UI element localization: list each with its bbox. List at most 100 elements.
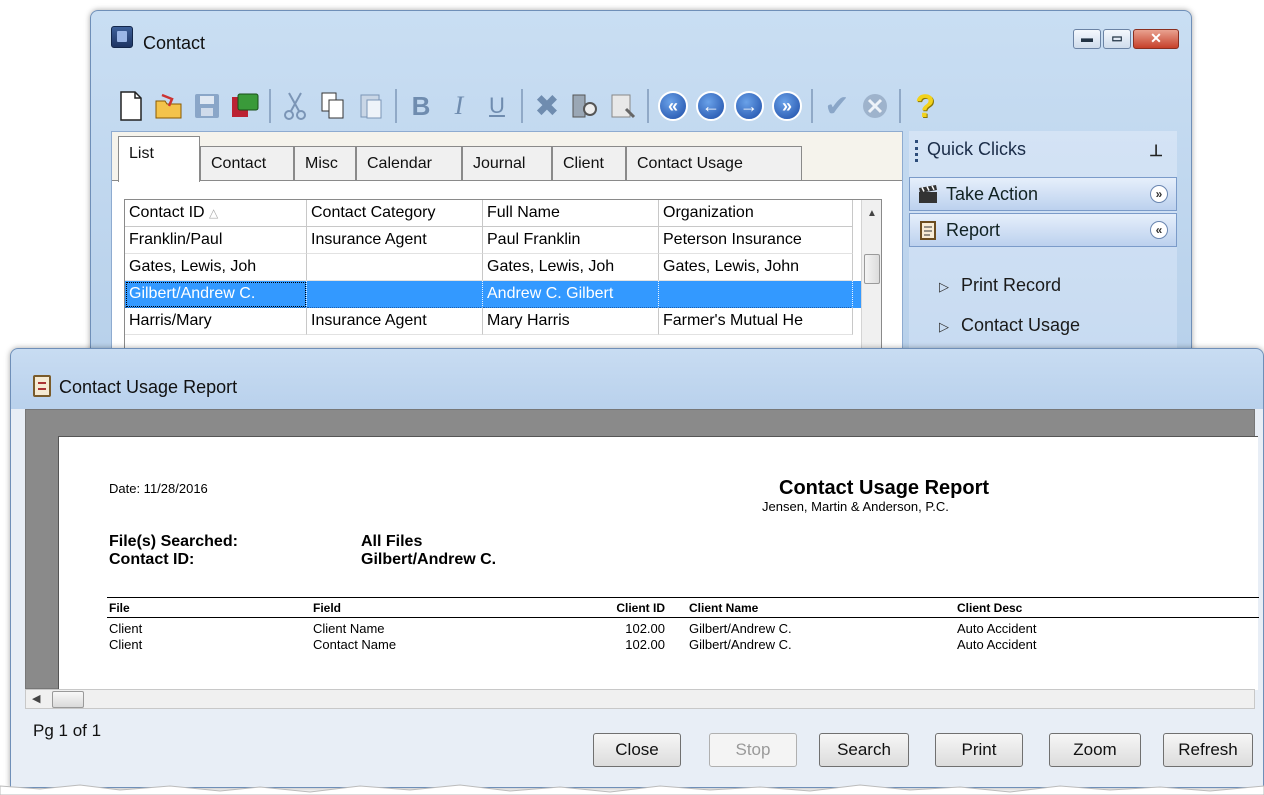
col-header-client-desc: Client Desc xyxy=(957,601,1023,615)
open-folder-icon[interactable] xyxy=(153,89,185,123)
window-title: Contact Usage Report xyxy=(59,377,238,397)
tab-strip: List Contact Misc Calendar Journal Clien… xyxy=(112,132,902,184)
table-row[interactable]: Harris/Mary Insurance Agent Mary Harris … xyxy=(125,308,863,335)
report-date: Date: 11/28/2016 xyxy=(109,481,208,496)
copy-icon[interactable] xyxy=(317,89,349,123)
quick-click-print-record[interactable]: ▷ Print Record xyxy=(939,275,1061,296)
cell-contact-category: Insurance Agent xyxy=(307,308,483,335)
files-searched-label: File(s) Searched: xyxy=(109,533,238,550)
cancel-icon[interactable] xyxy=(859,89,891,123)
report-title: Contact Usage Report xyxy=(779,477,990,499)
drag-grip-icon[interactable] xyxy=(915,140,918,162)
clapperboard-icon xyxy=(919,185,937,203)
table-row[interactable]: Gates, Lewis, Joh Gates, Lewis, Joh Gate… xyxy=(125,254,863,281)
scroll-thumb[interactable] xyxy=(864,254,880,284)
toolbar: B I U ✖ « ← → » ✔ ? xyxy=(115,83,1181,129)
tab-contact-usage[interactable]: Contact Usage xyxy=(626,146,802,180)
last-record-icon[interactable]: » xyxy=(771,89,803,123)
cut-icon[interactable] xyxy=(279,89,311,123)
quick-click-contact-usage[interactable]: ▷ Contact Usage xyxy=(939,315,1080,336)
app-icon xyxy=(111,26,133,48)
report-preview: Date: 11/28/2016 Contact Usage Report Je… xyxy=(25,409,1259,690)
search-button[interactable]: Search xyxy=(819,733,909,767)
column-header-contact-category[interactable]: Contact Category xyxy=(307,200,483,227)
grid-header: Contact ID △ Contact Category Full Name … xyxy=(125,200,863,227)
column-header-organization[interactable]: Organization xyxy=(659,200,853,227)
report-page: Date: 11/28/2016 Contact Usage Report Je… xyxy=(58,436,1259,690)
previous-record-icon[interactable]: ← xyxy=(695,89,727,123)
first-record-icon[interactable]: « xyxy=(657,89,689,123)
check-icon[interactable]: ✔ xyxy=(821,89,853,123)
tab-list[interactable]: List xyxy=(118,136,200,182)
horizontal-scrollbar[interactable]: ◀ xyxy=(25,689,1255,709)
sort-ascending-icon: △ xyxy=(209,206,219,220)
tab-contact[interactable]: Contact xyxy=(200,146,294,180)
minimize-button[interactable]: ▬ xyxy=(1073,29,1101,49)
attach-icon[interactable] xyxy=(607,89,639,123)
header-rule-bottom xyxy=(107,617,1259,618)
print-button[interactable]: Print xyxy=(935,733,1023,767)
files-searched-value: All Files xyxy=(361,533,423,550)
take-action-section[interactable]: Take Action » xyxy=(909,177,1177,211)
tab-panel-list: Contact ID △ Contact Category Full Name … xyxy=(112,180,902,399)
underline-icon[interactable]: U xyxy=(481,89,513,123)
window-title: Contact xyxy=(143,33,206,53)
close-window-button[interactable]: ✕ xyxy=(1133,29,1179,49)
italic-icon[interactable]: I xyxy=(443,89,475,123)
save-icon[interactable] xyxy=(191,89,223,123)
row-field: Client Name xyxy=(313,621,385,636)
cell-contact-id: Franklin/Paul xyxy=(125,227,307,254)
title-bar[interactable]: Contact ▬ ▭ ✕ xyxy=(91,11,1191,79)
search-record-icon[interactable] xyxy=(569,89,601,123)
table-row-selected[interactable]: Gilbert/Andrew C. Andrew C. Gilbert xyxy=(125,281,863,308)
firm-name: Jensen, Martin & Anderson, P.C. xyxy=(762,499,949,514)
tab-client[interactable]: Client xyxy=(552,146,626,180)
zoom-button[interactable]: Zoom xyxy=(1049,733,1141,767)
report-window: Contact Usage Report Date: 11/28/2016 Co… xyxy=(10,348,1264,788)
cell-contact-id: Gilbert/Andrew C. xyxy=(125,281,307,308)
column-header-full-name[interactable]: Full Name xyxy=(483,200,659,227)
refresh-button[interactable]: Refresh xyxy=(1163,733,1253,767)
delete-icon[interactable]: ✖ xyxy=(531,89,563,123)
table-row[interactable]: Franklin/Paul Insurance Agent Paul Frank… xyxy=(125,227,863,254)
cell-contact-category xyxy=(307,254,483,281)
cell-full-name: Mary Harris xyxy=(483,308,659,335)
tab-journal[interactable]: Journal xyxy=(462,146,552,180)
row-client-id: 102.00 xyxy=(625,621,665,636)
row-client-name: Gilbert/Andrew C. xyxy=(689,621,792,636)
report-clipboard-icon xyxy=(920,221,936,240)
toolbar-separator xyxy=(395,89,397,123)
torn-edge-decoration xyxy=(0,784,1264,795)
notes-icon[interactable] xyxy=(229,89,261,123)
help-icon[interactable]: ? xyxy=(909,88,941,124)
button-row: Close Stop Search Print Zoom Refresh xyxy=(11,733,1261,769)
toolbar-separator xyxy=(647,89,649,123)
report-section[interactable]: Report « xyxy=(909,213,1177,247)
maximize-button[interactable]: ▭ xyxy=(1103,29,1131,49)
row-file: Client xyxy=(109,637,143,652)
new-document-icon[interactable] xyxy=(115,89,147,123)
minimize-icon: ▬ xyxy=(1081,31,1093,45)
pin-icon[interactable]: ⊥ xyxy=(1149,141,1163,161)
close-button[interactable]: Close xyxy=(593,733,681,767)
row-client-desc: Auto Accident xyxy=(957,621,1037,636)
collapse-chevron-icon[interactable]: « xyxy=(1150,221,1168,239)
close-icon: ✕ xyxy=(1150,30,1162,46)
expand-chevron-icon[interactable]: » xyxy=(1150,185,1168,203)
column-header-contact-id[interactable]: Contact ID △ xyxy=(125,200,307,227)
row-client-id: 102.00 xyxy=(625,637,665,652)
paste-icon[interactable] xyxy=(355,89,387,123)
scroll-thumb[interactable] xyxy=(52,691,84,708)
col-header-client-id: Client ID xyxy=(616,601,665,615)
bold-icon[interactable]: B xyxy=(405,89,437,123)
maximize-icon: ▭ xyxy=(1111,31,1123,45)
tab-calendar[interactable]: Calendar xyxy=(356,146,462,180)
toolbar-separator xyxy=(899,89,901,123)
quick-clicks-header: Quick Clicks xyxy=(915,139,1026,162)
scroll-left-icon[interactable]: ◀ xyxy=(32,692,40,705)
stop-button[interactable]: Stop xyxy=(709,733,797,767)
next-record-icon[interactable]: → xyxy=(733,89,765,123)
toolbar-separator xyxy=(811,89,813,123)
scroll-up-icon[interactable]: ▲ xyxy=(867,208,877,219)
tab-misc[interactable]: Misc xyxy=(294,146,356,180)
